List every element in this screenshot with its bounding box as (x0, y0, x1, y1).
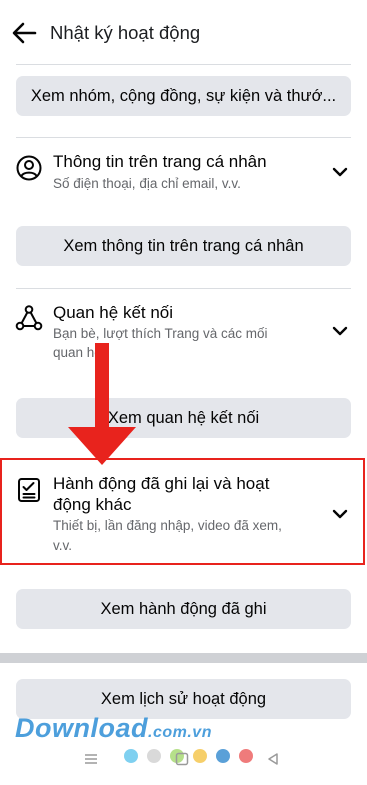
profile-info-subtitle: Số điện thoại, địa chỉ email, v.v. (53, 176, 241, 191)
page-title: Nhật ký hoạt động (50, 22, 201, 43)
download-watermark: Download.com.vn (15, 713, 212, 744)
connections-subtitle-line1: Bạn bè, lượt thích Trang và các mối (53, 326, 268, 341)
red-arrow-annotation (68, 343, 136, 465)
chevron-down-icon[interactable] (332, 325, 348, 337)
connections-icon (15, 305, 43, 331)
view-logged-actions-button[interactable]: Xem hành động đã ghi (16, 589, 351, 629)
header-divider (16, 64, 351, 65)
highlight-box (0, 458, 365, 565)
home-square-icon[interactable] (175, 752, 189, 766)
section-separator (0, 653, 367, 663)
connections-title: Quan hệ kết nối (53, 303, 174, 322)
menu-icon[interactable] (84, 752, 98, 766)
watermark-dot (147, 749, 161, 763)
section-divider (16, 137, 351, 138)
view-profile-info-button[interactable]: Xem thông tin trên trang cá nhân (16, 226, 351, 266)
watermark-dot (216, 749, 230, 763)
watermark-dot (239, 749, 253, 763)
top-bar: Nhật ký hoạt động (0, 0, 367, 64)
section-divider (16, 288, 351, 289)
chevron-down-icon[interactable] (332, 166, 348, 178)
watermark-dot (193, 749, 207, 763)
person-icon (16, 155, 42, 181)
watermark-brand: Download (15, 713, 148, 743)
view-groups-button[interactable]: Xem nhóm, cộng đồng, sự kiện và thướ... (16, 76, 351, 116)
watermark-dot (124, 749, 138, 763)
back-arrow-icon[interactable] (10, 19, 38, 47)
back-triangle-icon[interactable] (266, 752, 280, 766)
profile-info-title: Thông tin trên trang cá nhân (53, 152, 267, 171)
watermark-domain: .com.vn (148, 724, 212, 741)
